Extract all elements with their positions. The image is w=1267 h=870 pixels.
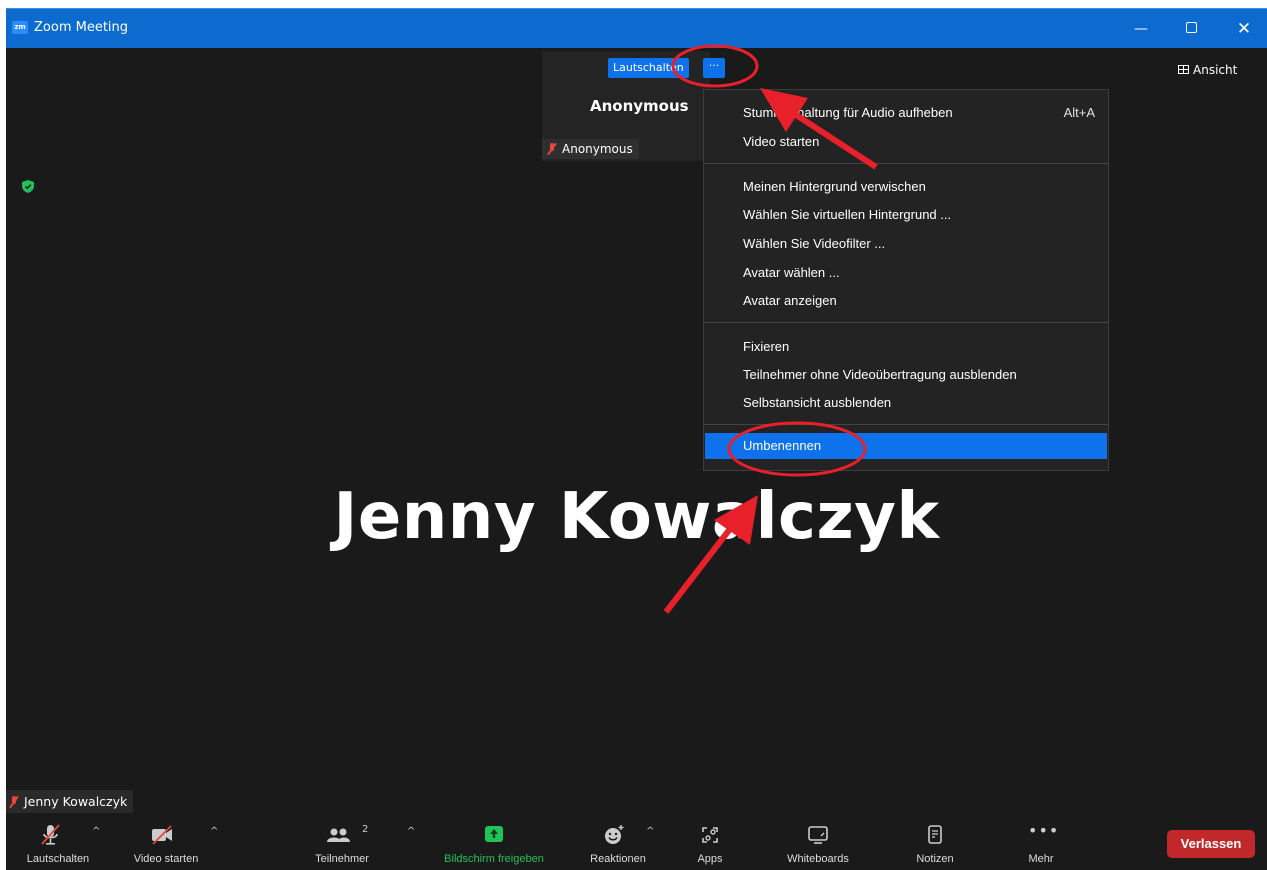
leave-meeting-button[interactable]: Verlassen (1167, 830, 1255, 858)
tile-more-options-button[interactable]: ··· (703, 58, 725, 78)
tile-name-label: Anonymous (542, 139, 639, 159)
participants-button[interactable]: 2 ^ Teilnehmer (304, 816, 415, 870)
whiteboards-button[interactable]: Whiteboards (770, 816, 866, 870)
close-button[interactable]: ✕ (1224, 9, 1264, 49)
mic-muted-icon (10, 795, 18, 808)
security-shield-icon[interactable] (22, 180, 34, 193)
menu-item-rename[interactable]: Umbenennen (705, 433, 1107, 459)
start-video-button[interactable]: ^ Video starten (118, 816, 218, 870)
menu-item-virtual-background[interactable]: Wählen Sie virtuellen Hintergrund ... (705, 202, 1107, 228)
tile-unmute-button[interactable]: Lautschalten (608, 58, 689, 78)
menu-item-video-filter[interactable]: Wählen Sie Videofilter ... (705, 231, 1107, 257)
share-screen-button[interactable]: Bildschirm freigeben (430, 816, 558, 870)
mic-muted-icon (548, 142, 556, 155)
notes-button-label: Notizen (916, 853, 954, 865)
participants-icon (327, 828, 350, 842)
view-button-label: Ansicht (1193, 63, 1238, 77)
participants-button-label: Teilnehmer (315, 853, 369, 865)
tile-name-label-text: Anonymous (562, 142, 633, 156)
more-dots-icon: ••• (1028, 821, 1060, 840)
menu-item-choose-avatar[interactable]: Avatar wählen ... (705, 260, 1107, 286)
notes-icon (928, 825, 942, 844)
minimize-button[interactable]: — (1121, 9, 1161, 49)
mute-button-label: Lautschalten (26, 853, 90, 865)
window-title: Zoom Meeting (34, 20, 129, 35)
participant-options-menu: Stummschaltung für Audio aufheben Alt+A … (703, 89, 1109, 471)
zoom-window: zm Zoom Meeting — ✕ Ansicht Lautschalten… (6, 8, 1267, 870)
more-button-label: Mehr (1028, 853, 1054, 865)
main-video-name-label-text: Jenny Kowalczyk (24, 794, 128, 809)
notes-button[interactable]: Notizen (897, 816, 973, 870)
menu-item-unmute-audio[interactable]: Stummschaltung für Audio aufheben Alt+A (705, 100, 1107, 126)
reactions-button[interactable]: ^ Reaktionen (576, 816, 660, 870)
maximize-button[interactable] (1171, 9, 1211, 49)
menu-item-hide-non-video[interactable]: Teilnehmer ohne Videoübertragung ausblen… (705, 362, 1107, 388)
whiteboard-icon (808, 826, 828, 844)
reactions-button-label: Reaktionen (590, 853, 646, 865)
main-video-name-label: Jenny Kowalczyk (6, 790, 134, 813)
zoom-logo-icon: zm (12, 21, 28, 34)
reactions-emoji-icon (605, 825, 624, 844)
menu-item-label: Stummschaltung für Audio aufheben (743, 105, 953, 120)
maximize-icon (1185, 22, 1197, 33)
whiteboards-button-label: Whiteboards (787, 853, 849, 865)
menu-divider (704, 424, 1108, 425)
self-video-tile[interactable]: Lautschalten ··· Anonymous Anonymous (542, 51, 725, 161)
menu-divider (704, 163, 1108, 164)
mute-button[interactable]: ^ Lautschalten (10, 816, 106, 870)
grid-icon (1178, 65, 1189, 74)
microphone-muted-icon (41, 824, 60, 845)
view-button[interactable]: Ansicht (1178, 63, 1237, 83)
meeting-toolbar: ^ Lautschalten ^ Video starten 2 ^ Teiln… (6, 816, 1267, 870)
main-participant-name: Jenny Kowalczyk (333, 480, 940, 554)
menu-item-pin[interactable]: Fixieren (705, 334, 1107, 360)
apps-button[interactable]: Apps (682, 816, 738, 870)
mute-options-caret[interactable]: ^ (92, 826, 100, 837)
apps-button-label: Apps (697, 853, 723, 865)
share-screen-button-label: Bildschirm freigeben (444, 853, 544, 865)
more-button[interactable]: ••• Mehr (1003, 816, 1079, 870)
menu-item-show-avatar[interactable]: Avatar anzeigen (705, 288, 1107, 314)
apps-icon (702, 827, 718, 843)
title-bar: zm Zoom Meeting — ✕ (6, 8, 1267, 48)
video-camera-off-icon (152, 825, 172, 845)
menu-divider (704, 322, 1108, 323)
menu-item-hide-self-view[interactable]: Selbstansicht ausblenden (705, 390, 1107, 416)
reactions-options-caret[interactable]: ^ (646, 826, 654, 837)
start-video-button-label: Video starten (133, 853, 199, 865)
participants-options-caret[interactable]: ^ (407, 826, 415, 837)
tile-participant-name: Anonymous (590, 97, 689, 115)
share-screen-icon (485, 826, 503, 842)
video-options-caret[interactable]: ^ (210, 826, 218, 837)
menu-item-start-video[interactable]: Video starten (705, 129, 1107, 155)
menu-item-shortcut: Alt+A (1063, 105, 1095, 120)
menu-item-blur-background[interactable]: Meinen Hintergrund verwischen (705, 174, 1107, 200)
participants-count-badge: 2 (362, 824, 369, 835)
